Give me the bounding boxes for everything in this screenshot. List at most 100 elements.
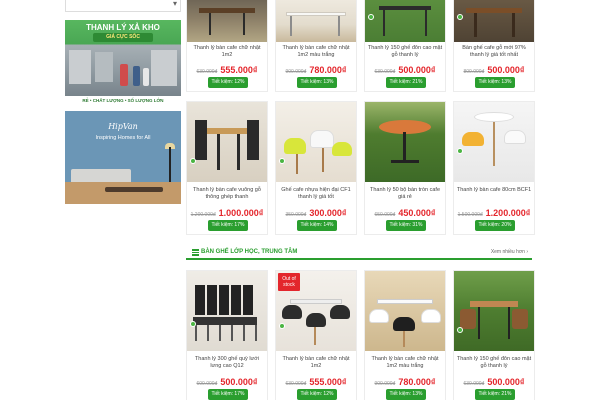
product-prices: 650.000đ 450.000₫ [367, 203, 443, 221]
product-prices: 1.200.000đ 1.000.000₫ [189, 203, 265, 221]
product-card[interactable]: Thanh lý bàn cafe chữ nhật 1m2 màu trắng… [364, 270, 446, 400]
person-figure [120, 64, 128, 86]
product-name[interactable]: Thanh lý 300 ghế quỳ lưới lưng cao Q12 [189, 356, 265, 370]
product-card[interactable]: Thanh lý bàn cafe 80cm BCF1 1.500.000đ 1.… [453, 101, 535, 235]
product-image[interactable] [454, 271, 534, 351]
old-price: 1.200.000đ [190, 212, 216, 218]
product-card[interactable]: Out of stock Thanh lý bàn cafe chữ nhật … [275, 270, 357, 400]
view-more-link[interactable]: Xem nhiều hơn › [491, 249, 528, 255]
floor-lamp [169, 147, 171, 187]
old-price: 630.000đ [463, 381, 485, 387]
product-image[interactable] [365, 102, 445, 182]
product-prices: 350.000đ 300.000₫ [278, 203, 354, 221]
old-price: 900.000đ [285, 69, 307, 75]
product-image[interactable] [365, 0, 445, 42]
product-name[interactable]: Ghế cafe nhựa hiện đại CF1 thanh lý giá … [278, 187, 354, 201]
product-card[interactable]: Bàn ghế cafe gỗ mới 97% thanh lý giá tốt… [453, 0, 535, 92]
product-prices: 600.000đ 500.000₫ [189, 372, 265, 390]
product-prices: 630.000đ 555.000₫ [189, 60, 265, 78]
discount-badge: Tiết kiệm: 31% [386, 220, 426, 231]
product-image[interactable] [187, 102, 267, 182]
hipvan-logo: HipVan [108, 122, 138, 131]
banner-footer: RẺ • CHẤT LƯỢNG • SỐ LƯỢNG LỚN [65, 96, 181, 106]
product-name[interactable]: Thanh lý bàn cafe chữ nhật 1m2 [278, 356, 354, 370]
product-card[interactable]: Thanh lý bàn cafe chữ nhật 1m2 630.000đ 5… [186, 0, 268, 92]
sale-price: 1.200.000₫ [485, 208, 531, 218]
sale-price: 555.000₫ [309, 377, 347, 387]
old-price: 650.000đ [374, 212, 396, 218]
product-card[interactable]: Ghế cafe nhựa hiện đại CF1 thanh lý giá … [275, 101, 357, 235]
product-card[interactable]: Thanh lý bàn cafe chữ nhật 1m2 màu trắng… [275, 0, 357, 92]
warehouse-shelf [69, 50, 91, 84]
discount-badge: Tiết kiệm: 21% [386, 77, 426, 88]
product-image[interactable] [187, 271, 267, 351]
product-name[interactable]: Thanh lý bàn cafe chữ nhật 1m2 [189, 45, 265, 59]
product-card[interactable]: Thanh lý 300 ghế quỳ lưới lưng cao Q12 6… [186, 270, 268, 400]
product-name[interactable]: Thanh lý bàn cafe chữ nhật 1m2 màu trắng [278, 45, 354, 59]
product-card[interactable]: Thanh lý 150 ghế đôn cao mặt gỗ thanh lý… [364, 0, 446, 92]
product-name[interactable]: Thanh lý 150 ghế đôn cao mặt gỗ thanh lý [456, 356, 532, 370]
product-prices: 900.000đ 780.000₫ [278, 60, 354, 78]
product-prices: 630.000đ 555.000₫ [278, 372, 354, 390]
banner-title: THANH LÝ XẢ KHO [86, 23, 160, 32]
product-image[interactable] [276, 0, 356, 42]
discount-badge: Tiết kiệm: 13% [475, 77, 515, 88]
product-name[interactable]: Thanh lý bàn cafe chữ nhật 1m2 màu trắng [367, 356, 443, 370]
warehouse-shelf [95, 52, 113, 82]
sale-tag-icon [457, 327, 463, 333]
warehouse-shelf [151, 50, 177, 86]
sidebar-category-select[interactable]: ▾ [65, 0, 181, 12]
product-card[interactable]: Thanh lý 50 bộ bàn tròn cafe giá rẻ 650.… [364, 101, 446, 235]
discount-badge: Tiết kiệm: 12% [208, 77, 248, 88]
old-price: 800.000đ [463, 69, 485, 75]
product-prices: 630.000đ 500.000₫ [367, 60, 443, 78]
hipvan-banner[interactable]: HipVan Inspiring Homes for All [65, 111, 181, 204]
product-image[interactable] [365, 271, 445, 351]
sale-price: 780.000₫ [398, 377, 436, 387]
product-name[interactable]: Bàn ghế cafe gỗ mới 97% thanh lý giá tốt… [456, 45, 532, 59]
sale-tag-icon [457, 14, 463, 20]
product-image[interactable] [187, 0, 267, 42]
product-prices: 630.000đ 500.000₫ [456, 372, 532, 390]
section-header: BÀN GHẾ LỚP HỌC, TRUNG TÂM Xem nhiều hơn… [186, 246, 532, 260]
sale-price: 300.000₫ [309, 208, 347, 218]
product-name[interactable]: Thanh lý 150 ghế đôn cao mặt gỗ thanh lý [367, 45, 443, 59]
discount-badge: Tiết kiệm: 17% [208, 389, 248, 400]
product-card[interactable]: Thanh lý 150 ghế đôn cao mặt gỗ thanh lý… [453, 270, 535, 400]
sale-price: 555.000₫ [220, 65, 258, 75]
section-title[interactable]: BÀN GHẾ LỚP HỌC, TRUNG TÂM [201, 249, 297, 255]
discount-badge: Tiết kiệm: 12% [297, 389, 337, 400]
old-price: 630.000đ [374, 69, 396, 75]
sidebar: ▾ THANH LÝ XẢ KHO GIÁ CỰC SỐC RẺ • CHẤT … [65, 0, 181, 204]
product-image[interactable] [454, 102, 534, 182]
discount-badge: Tiết kiệm: 13% [297, 77, 337, 88]
coffee-table-image [105, 187, 163, 192]
out-of-stock-badge: Out of stock [278, 273, 300, 291]
product-prices: 900.000đ 780.000₫ [367, 372, 443, 390]
person-figure [143, 68, 149, 86]
old-price: 630.000đ [285, 381, 307, 387]
old-price: 1.500.000đ [457, 212, 483, 218]
sale-price: 780.000₫ [309, 65, 347, 75]
sale-price: 1.000.000₫ [218, 208, 264, 218]
product-name[interactable]: Thanh lý bàn cafe vuông gỗ thông ghép th… [189, 187, 265, 201]
product-name[interactable]: Thanh lý bàn cafe 80cm BCF1 [456, 187, 532, 194]
sale-price: 500.000₫ [487, 65, 525, 75]
product-prices: 1.500.000đ 1.200.000₫ [456, 203, 532, 221]
sale-price: 450.000₫ [398, 208, 436, 218]
sale-tag-icon [457, 148, 463, 154]
product-image[interactable] [276, 102, 356, 182]
old-price: 350.000đ [285, 212, 307, 218]
product-prices: 800.000đ 500.000₫ [456, 60, 532, 78]
clearance-sale-banner[interactable]: THANH LÝ XẢ KHO GIÁ CỰC SỐC RẺ • CHẤT LƯ… [65, 20, 181, 106]
product-image[interactable] [454, 0, 534, 42]
product-card[interactable]: Thanh lý bàn cafe vuông gỗ thông ghép th… [186, 101, 268, 235]
sale-price: 500.000₫ [398, 65, 436, 75]
person-figure [133, 66, 140, 86]
discount-badge: Tiết kiệm: 14% [297, 220, 337, 231]
sale-tag-icon [190, 158, 196, 164]
banner-subtitle: GIÁ CỰC SỐC [93, 33, 153, 42]
product-name[interactable]: Thanh lý 50 bộ bàn tròn cafe giá rẻ [367, 187, 443, 201]
old-price: 600.000đ [196, 381, 218, 387]
chevron-down-icon: ▾ [172, 0, 177, 8]
